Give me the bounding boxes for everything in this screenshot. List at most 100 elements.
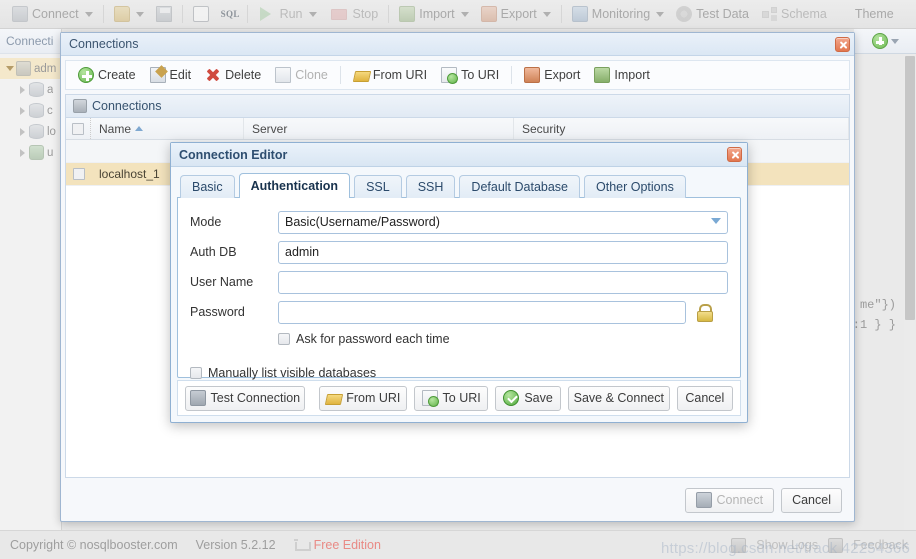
connection-editor-title: Connection Editor — [179, 147, 288, 162]
editor-vertical-scrollbar[interactable] — [904, 54, 916, 530]
create-button[interactable]: Create — [72, 63, 142, 87]
toolbar-export-label: Export — [500, 7, 537, 21]
database-icon — [29, 103, 44, 118]
connect-button[interactable]: Connect — [684, 487, 775, 513]
import-button[interactable]: Import — [588, 63, 655, 87]
connections-dialog-title: Connections — [69, 37, 139, 51]
tab-authentication-label: Authentication — [250, 179, 339, 193]
test-connection-button[interactable]: Test Connection — [185, 385, 305, 411]
toolbar-run-button[interactable]: Run — [252, 2, 323, 26]
connections-grid-header: Name Server Security — [66, 118, 849, 140]
tree-twisty[interactable] — [16, 106, 29, 115]
tab-other-options[interactable]: Other Options — [584, 175, 686, 198]
show-logs-label[interactable]: Show Logs — [756, 538, 818, 552]
clone-button[interactable]: Clone — [269, 63, 334, 87]
editor-to-uri-button[interactable]: To URI — [413, 385, 489, 411]
toolbar-shell-button[interactable] — [187, 2, 215, 26]
authdb-input[interactable]: admin — [278, 240, 728, 264]
tree-item-c[interactable]: c — [0, 100, 61, 121]
editor-from-uri-button[interactable]: From URI — [318, 385, 407, 411]
save-button[interactable]: Save — [495, 385, 561, 411]
tab-ssh-label: SSH — [417, 180, 444, 194]
checkbox-icon[interactable] — [278, 333, 290, 345]
clone-icon — [275, 67, 292, 83]
toolbar-test-data-button[interactable]: Test Data — [670, 2, 755, 26]
column-header-server[interactable]: Server — [244, 118, 514, 139]
tree-item-lo[interactable]: lo — [0, 121, 61, 142]
users-icon — [29, 145, 44, 160]
test-connection-label: Test Connection — [210, 391, 301, 405]
chevron-down-icon[interactable] — [890, 38, 899, 44]
from-uri-button[interactable]: From URI — [347, 63, 433, 87]
feedback-label[interactable]: Feedback — [853, 538, 908, 552]
ask-password-row[interactable]: Ask for password each time — [190, 328, 728, 350]
sort-ascending-icon — [135, 126, 144, 131]
tab-authentication[interactable]: Authentication — [238, 173, 351, 198]
row-checkbox[interactable] — [66, 168, 91, 180]
scrollbar-thumb[interactable] — [905, 56, 915, 320]
connect-icon — [695, 492, 712, 508]
tree-twisty[interactable] — [16, 85, 29, 94]
editor-cancel-button[interactable]: Cancel — [676, 385, 733, 411]
connection-tree: adm a c lo u — [0, 54, 61, 163]
chevron-right-icon — [20, 85, 25, 94]
import-label: Import — [614, 68, 650, 82]
ask-password-label: Ask for password each time — [296, 332, 450, 346]
test-connection-icon — [189, 390, 206, 406]
toolbar-stop-button[interactable]: Stop — [323, 2, 385, 26]
chevron-down-icon — [135, 11, 144, 17]
database-icon — [73, 99, 87, 113]
close-icon[interactable] — [727, 147, 742, 162]
connection-editor-dialog: Connection Editor Basic Authentication S… — [170, 142, 748, 423]
username-input[interactable] — [278, 270, 728, 294]
folder-icon — [113, 6, 130, 22]
tab-default-database[interactable]: Default Database — [459, 175, 581, 198]
toolbar-monitoring-button[interactable]: Monitoring — [566, 2, 670, 26]
toolbar-export-button[interactable]: Export — [475, 2, 557, 26]
column-header-name-label: Name — [99, 121, 132, 136]
code-line: me"}) — [859, 298, 896, 312]
edition-badge[interactable]: Free Edition — [293, 538, 381, 552]
close-icon[interactable] — [835, 36, 850, 52]
status-bar: Copyright © nosqlbooster.com Version 5.2… — [0, 530, 916, 559]
clone-label: Clone — [295, 68, 328, 82]
tree-item-admin[interactable]: adm — [0, 58, 61, 79]
lock-icon[interactable] — [696, 304, 713, 322]
toolbar-connect-button[interactable]: Connect — [6, 2, 99, 26]
column-header-security[interactable]: Security — [514, 118, 849, 139]
edit-button[interactable]: Edit — [144, 63, 198, 87]
save-icon — [503, 390, 520, 406]
toolbar-schema-button[interactable]: Schema — [755, 2, 833, 26]
toolbar-import-button[interactable]: Import — [393, 2, 474, 26]
toolbar-stop-label: Stop — [352, 7, 379, 21]
tree-twisty[interactable] — [16, 148, 29, 157]
select-all-checkbox[interactable] — [66, 118, 91, 139]
password-input[interactable] — [278, 300, 686, 324]
mode-select[interactable]: Basic(Username/Password) — [278, 210, 728, 234]
authdb-row: Auth DB admin — [190, 238, 728, 266]
tab-ssl[interactable]: SSL — [354, 175, 402, 198]
save-and-connect-button[interactable]: Save & Connect — [567, 385, 670, 411]
logs-icon[interactable] — [731, 537, 747, 553]
edit-icon — [149, 67, 166, 83]
cancel-button[interactable]: Cancel — [781, 487, 842, 513]
toolbar-open-button[interactable] — [108, 2, 150, 26]
toolbar-save-button[interactable] — [150, 2, 178, 26]
tab-ssh[interactable]: SSH — [405, 175, 456, 198]
checkbox-icon[interactable] — [190, 367, 202, 379]
column-header-name[interactable]: Name — [91, 118, 244, 139]
feedback-icon[interactable] — [828, 537, 844, 553]
to-uri-button[interactable]: To URI — [435, 63, 505, 87]
delete-button[interactable]: Delete — [199, 63, 267, 87]
export-button[interactable]: Export — [518, 63, 586, 87]
add-tab-icon[interactable] — [871, 33, 888, 49]
tree-item-a[interactable]: a — [0, 79, 61, 100]
copyright-text: Copyright © nosqlbooster.com — [10, 538, 178, 552]
authdb-label: Auth DB — [190, 245, 237, 259]
toolbar-sql-button[interactable]: SQL — [215, 2, 243, 26]
tree-twisty[interactable] — [16, 127, 29, 136]
tree-item-users[interactable]: u — [0, 142, 61, 163]
tree-twisty[interactable] — [3, 66, 16, 71]
toolbar-theme-button[interactable]: Theme — [849, 2, 900, 26]
tab-basic[interactable]: Basic — [180, 175, 235, 198]
